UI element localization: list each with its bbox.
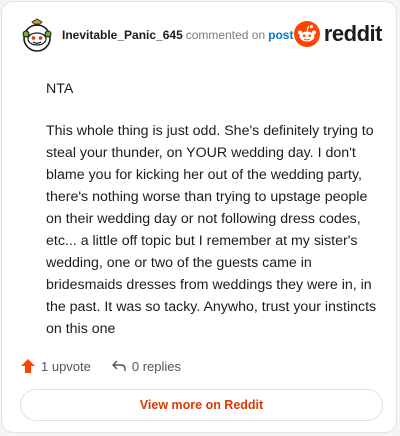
reddit-wordmark: reddit <box>323 21 383 46</box>
comment-body: NTA This whole thing is just odd. She's … <box>46 78 386 340</box>
reddit-logo-icon <box>293 21 320 47</box>
upvote-count: 1 upvote <box>41 358 91 374</box>
comment-card: Inevitable_Panic_645 commented on post red… <box>1 1 397 433</box>
reply-arrow-icon <box>112 360 126 371</box>
comment-actions: 1 upvote 0 replies <box>20 356 181 376</box>
upvote-arrow-icon <box>21 359 35 373</box>
comment-header: Inevitable_Panic_645 commented on post red… <box>20 16 383 56</box>
comment-meta: Inevitable_Panic_645 commented on post <box>62 28 293 42</box>
snoo-avatar-icon[interactable] <box>20 18 54 54</box>
comment-paragraph: This whole thing is just odd. She's defi… <box>46 123 377 337</box>
replies-count: 0 replies <box>131 358 182 374</box>
post-link[interactable]: post <box>268 28 293 42</box>
username[interactable]: Inevitable_Panic_645 <box>62 28 183 42</box>
action-text: commented on <box>185 28 266 42</box>
view-more-button[interactable]: View more on Reddit <box>20 389 383 421</box>
upvote-button[interactable]: 1 upvote <box>20 358 91 374</box>
comment-paragraph: NTA <box>46 81 74 97</box>
reddit-logo[interactable]: reddit <box>293 20 383 48</box>
replies-button[interactable]: 0 replies <box>111 358 181 374</box>
